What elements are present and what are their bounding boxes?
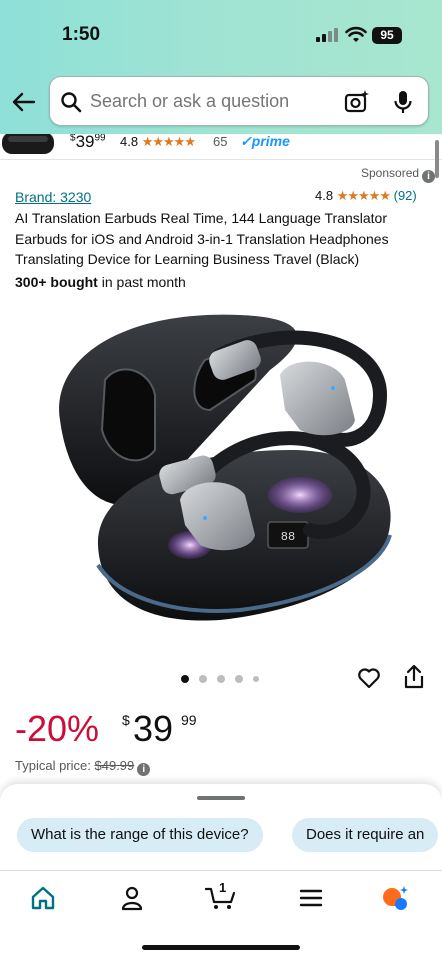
review-count: (92)	[393, 188, 417, 203]
typical-price: Typical price: $49.99 i	[15, 758, 151, 776]
star-rating-icon: ★★★★★	[141, 134, 196, 149]
sticky-review-count: 65	[213, 134, 228, 149]
rufus-icon[interactable]	[381, 885, 411, 911]
home-indicator[interactable]	[142, 945, 300, 950]
image-pager[interactable]	[181, 675, 261, 683]
prime-badge: ✓prime	[240, 134, 290, 149]
camera-search-icon[interactable]	[344, 89, 370, 115]
back-arrow-icon[interactable]	[10, 88, 38, 116]
sponsored-label[interactable]: Sponsored i	[361, 166, 436, 183]
sticky-price: $3999	[70, 134, 106, 151]
search-icon	[61, 92, 82, 113]
home-icon[interactable]	[30, 885, 56, 911]
sheet-grabber[interactable]	[197, 796, 245, 800]
info-icon: i	[422, 170, 436, 183]
sticky-rating: 4.8 ★★★★★	[120, 134, 196, 149]
cart-count: 1	[219, 880, 227, 895]
pager-dot[interactable]	[253, 676, 259, 682]
signal-icon	[316, 28, 340, 42]
brand-link[interactable]: Brand: 3230	[15, 189, 91, 205]
info-icon[interactable]: i	[137, 763, 151, 776]
search-input[interactable]	[90, 91, 330, 112]
menu-icon[interactable]	[298, 885, 324, 911]
heart-icon[interactable]	[357, 666, 381, 690]
product-image[interactable]: 88	[40, 300, 400, 660]
star-rating-icon: ★★★★★	[336, 188, 391, 203]
product-title: AI Translation Earbuds Real Time, 144 La…	[15, 210, 389, 267]
scrollbar[interactable]	[435, 140, 439, 178]
status-time: 1:50	[62, 24, 101, 45]
suggestion-chip[interactable]: What is the range of this device?	[17, 818, 263, 852]
pager-dot[interactable]	[181, 675, 189, 683]
product-thumbnail	[2, 134, 54, 154]
pager-dot[interactable]	[235, 675, 243, 683]
battery-indicator: 95	[372, 27, 402, 44]
pager-dot[interactable]	[199, 675, 207, 683]
microphone-icon[interactable]	[392, 89, 414, 115]
wifi-icon	[345, 26, 367, 42]
pager-dot[interactable]	[217, 675, 225, 683]
suggestion-chip[interactable]: Does it require an	[292, 818, 439, 852]
bought-in-past-month: 300+ bought in past month	[15, 274, 186, 290]
svg-text:88: 88	[281, 530, 295, 544]
search-bar[interactable]	[49, 76, 429, 126]
header: 1:50 95	[0, 0, 442, 134]
sticky-product-bar[interactable]: $3999 4.8 ★★★★★ 65 ✓prime	[0, 134, 442, 160]
share-icon[interactable]	[403, 664, 425, 690]
account-icon[interactable]	[119, 885, 145, 911]
discount-percent: -20%	[15, 708, 100, 749]
product-rating[interactable]: 4.8 ★★★★★ (92)	[315, 188, 417, 204]
suggestions-sheet[interactable]: What is the range of this device? Does i…	[0, 784, 442, 870]
